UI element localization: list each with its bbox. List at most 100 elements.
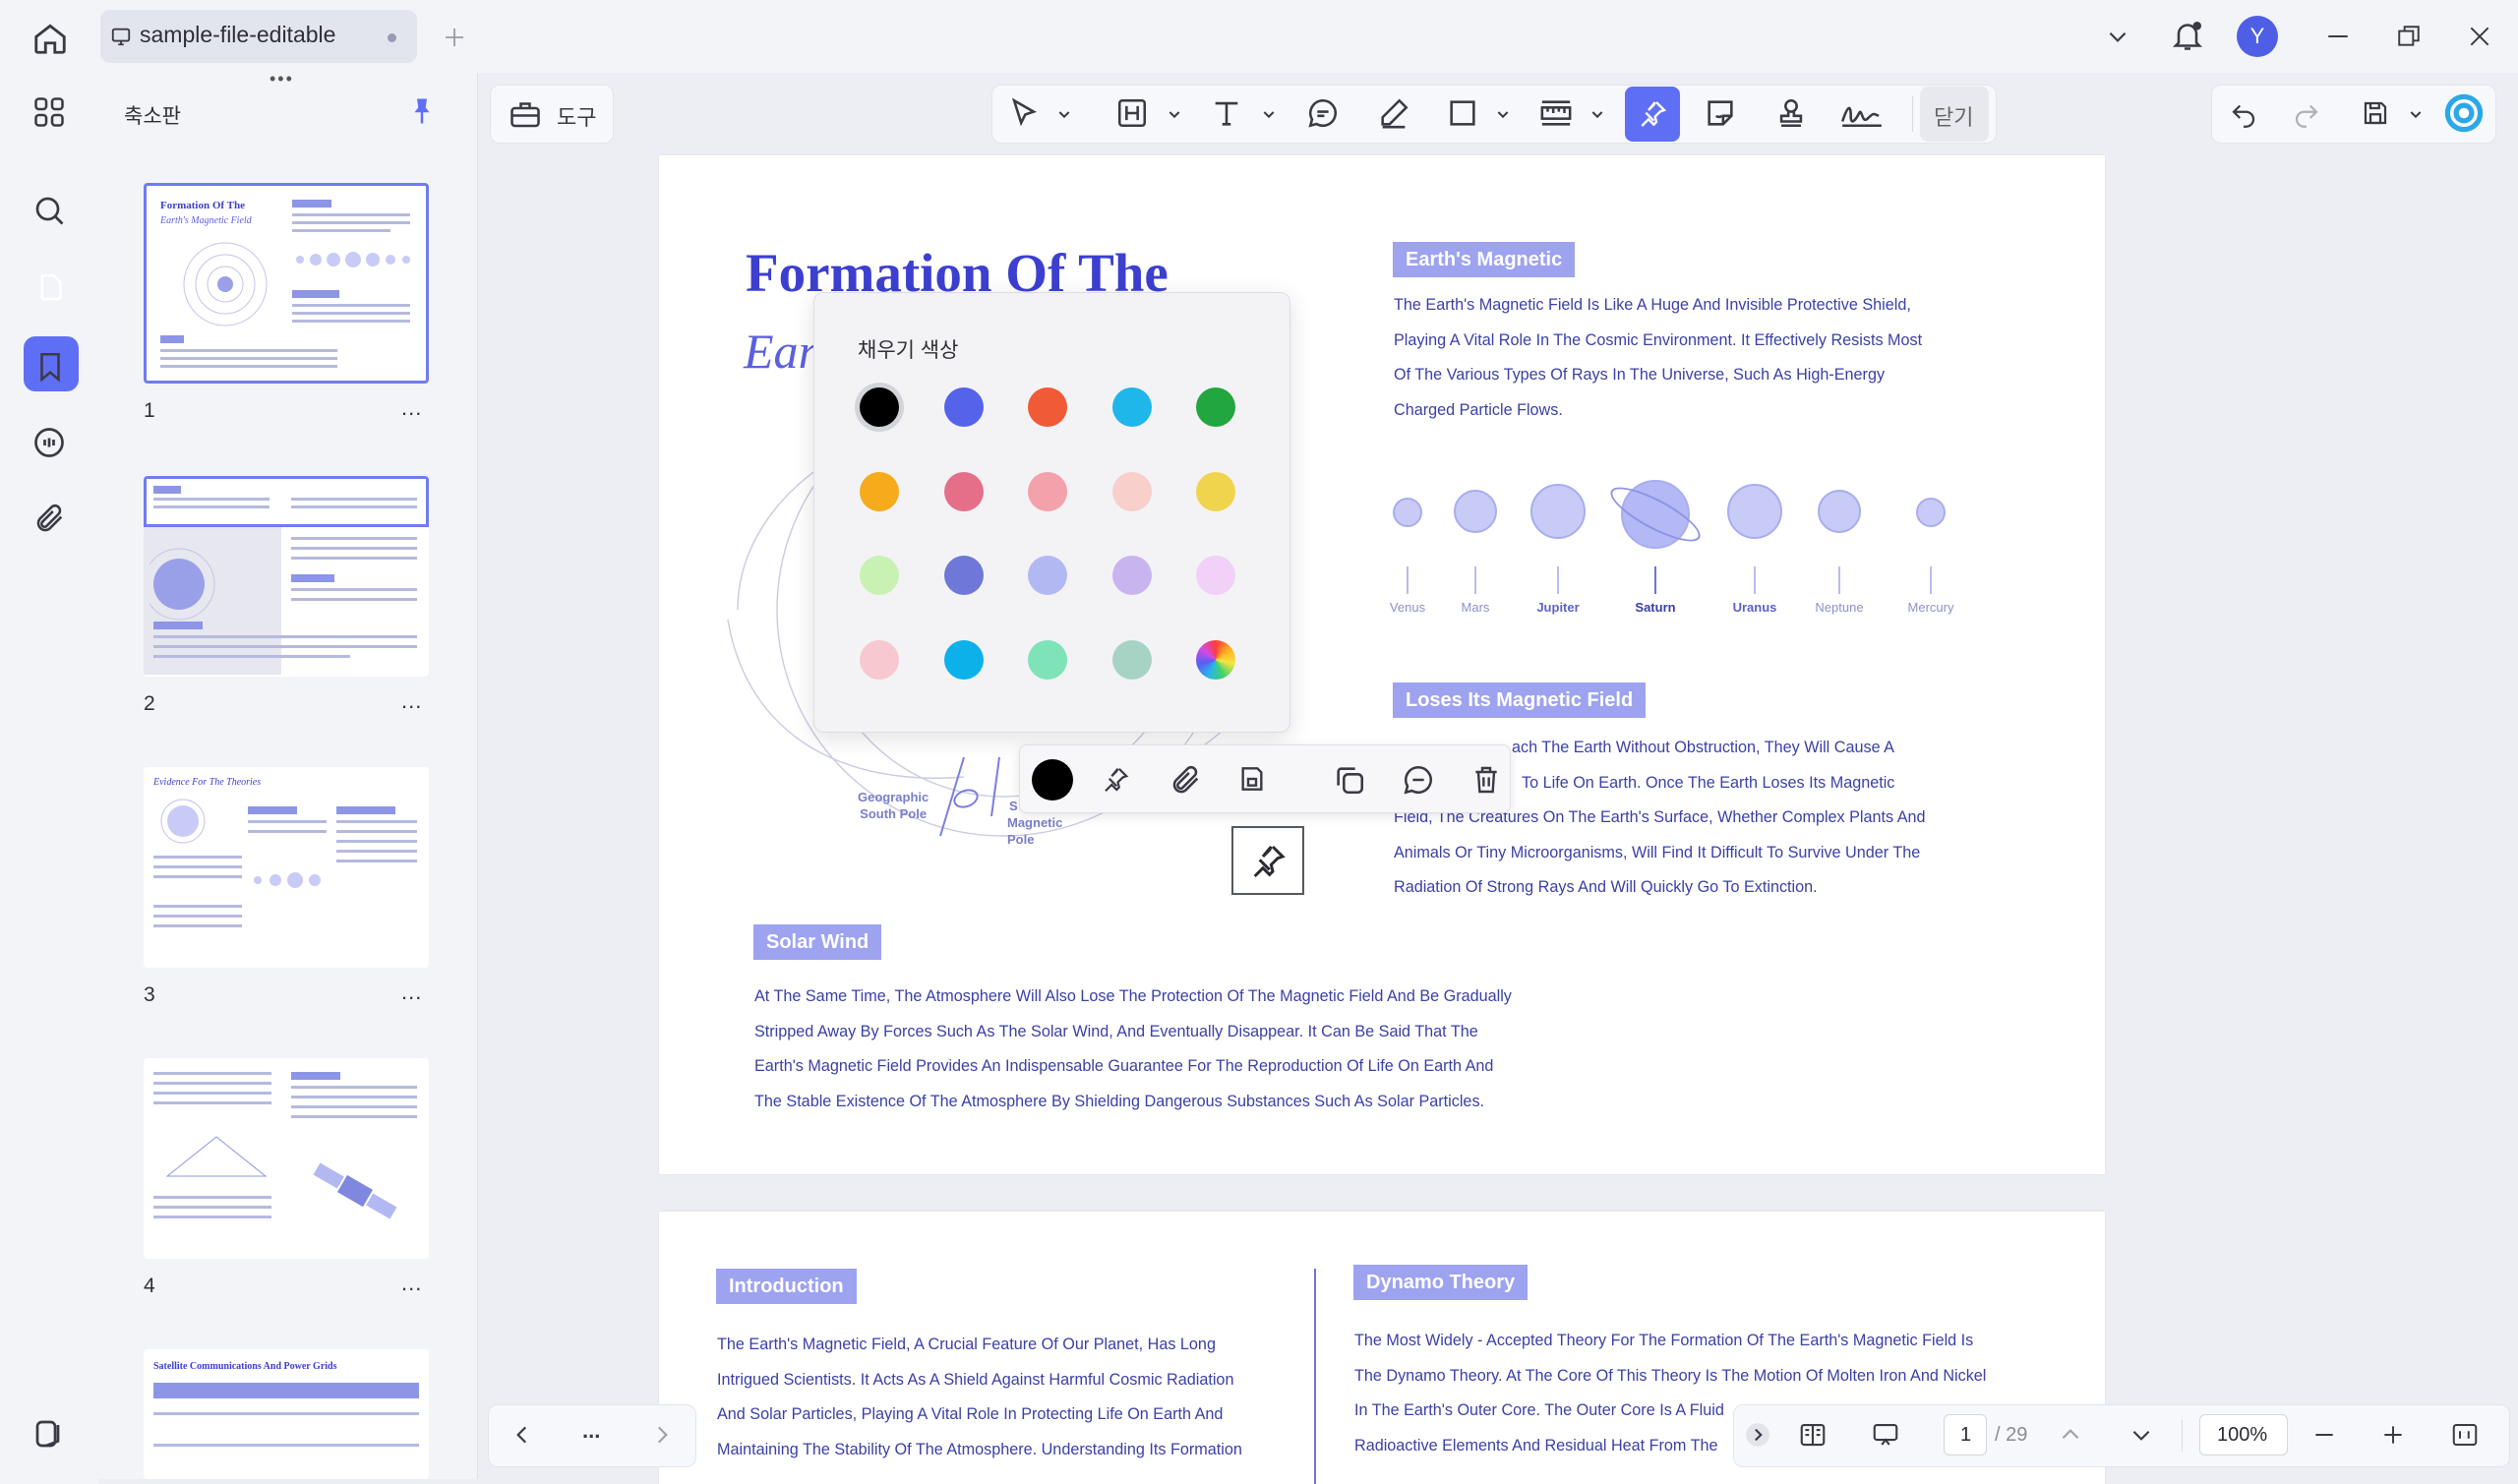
thumb-more-button[interactable]: ...: [401, 395, 422, 421]
pin-style-icon[interactable]: [1101, 765, 1130, 795]
presentation-icon[interactable]: [1869, 1420, 1902, 1450]
search-icon[interactable]: [31, 193, 67, 228]
page-up-icon[interactable]: [2058, 1422, 2083, 1448]
color-swatch[interactable]: [1028, 639, 1067, 680]
sticker-icon[interactable]: [1704, 96, 1737, 130]
page-thumbnail[interactable]: [144, 1058, 429, 1259]
page-thumbnail[interactable]: Evidence For The Theories: [144, 767, 429, 968]
chevron-down-icon[interactable]: [2105, 24, 2130, 49]
planet-venus: [1393, 498, 1422, 527]
page-down-icon[interactable]: [2128, 1422, 2154, 1448]
chevron-down-icon[interactable]: [1056, 106, 1072, 122]
chevron-down-icon[interactable]: [1495, 106, 1511, 122]
thumb-more-button[interactable]: ...: [401, 979, 422, 1005]
chevron-down-icon[interactable]: [1167, 106, 1182, 122]
thumbnails-page-icon[interactable]: [35, 271, 67, 303]
home-icon[interactable]: [31, 20, 69, 57]
new-tab-plus-icon[interactable]: [443, 26, 466, 49]
layers-icon[interactable]: [31, 1416, 67, 1452]
page-total: / 29: [1995, 1424, 2028, 1446]
color-swatch[interactable]: [943, 471, 984, 511]
measure-ruler-icon[interactable]: [1538, 96, 1574, 130]
color-swatch[interactable]: [1028, 387, 1067, 427]
text-tool-icon[interactable]: [1210, 96, 1243, 130]
undo-icon[interactable]: [2229, 98, 2258, 128]
zoom-out-icon[interactable]: [2311, 1422, 2337, 1448]
highlight-text-icon[interactable]: [1115, 96, 1149, 130]
pin-annotation[interactable]: [1231, 826, 1304, 895]
attach-icon[interactable]: [1169, 763, 1203, 797]
page-thumbnail[interactable]: Satellite Communications And Power Grids: [144, 1349, 429, 1479]
current-color-swatch[interactable]: [1032, 759, 1073, 801]
planet-label: Saturn: [1635, 600, 1676, 615]
color-swatch[interactable]: [860, 639, 899, 680]
bookmark-icon[interactable]: [33, 350, 67, 384]
ai-assistant-icon[interactable]: [2443, 92, 2485, 134]
chevron-down-icon[interactable]: [2408, 106, 2424, 122]
pin-panel-icon[interactable]: [407, 94, 437, 128]
color-swatch[interactable]: [1196, 471, 1235, 511]
page-layout-icon[interactable]: [1796, 1420, 1829, 1450]
select-cursor-icon[interactable]: [1007, 96, 1041, 130]
notification-bell-icon[interactable]: [2170, 18, 2205, 53]
custom-color-picker-icon[interactable]: [1196, 639, 1235, 680]
next-icon[interactable]: [649, 1422, 675, 1448]
collapse-arrow-icon[interactable]: [1745, 1422, 1770, 1448]
planet-uranus: [1727, 484, 1782, 539]
duplicate-icon[interactable]: [1333, 763, 1366, 797]
close-window-icon[interactable]: [2467, 24, 2492, 49]
add-comment-icon[interactable]: [1402, 763, 1435, 797]
signature-icon[interactable]: [1839, 96, 1885, 130]
color-swatch[interactable]: [1028, 471, 1067, 511]
color-swatch[interactable]: [1028, 556, 1067, 595]
restore-window-icon[interactable]: [2396, 24, 2422, 49]
color-swatch[interactable]: [1111, 387, 1152, 427]
color-swatch[interactable]: [860, 556, 899, 595]
comment-icon[interactable]: [31, 425, 67, 460]
user-avatar[interactable]: Y: [2237, 16, 2278, 57]
actual-size-icon[interactable]: [2449, 1420, 2481, 1450]
page-thumbnail[interactable]: [144, 476, 429, 677]
thumb-subtitle: Earth's Magnetic Field: [160, 215, 252, 226]
section-heading: Solar Wind: [753, 924, 882, 960]
save-icon[interactable]: [2361, 98, 2390, 128]
stamp-icon[interactable]: [1774, 96, 1808, 130]
apps-grid-icon[interactable]: [31, 94, 67, 130]
toolbar-divider: [1912, 96, 1913, 132]
color-swatch[interactable]: [1111, 471, 1152, 511]
delete-trash-icon[interactable]: [1470, 763, 1502, 797]
thumb-page-number: 3: [144, 983, 155, 1006]
panel-drag-handle[interactable]: •••: [270, 69, 294, 89]
color-swatch[interactable]: [860, 387, 899, 427]
rectangle-shape-icon[interactable]: [1446, 96, 1479, 130]
planet-jupiter: [1530, 484, 1586, 539]
page-thumbnail[interactable]: Formation Of The Earth's Magnetic Field: [144, 183, 429, 384]
thumb-more-button[interactable]: ...: [401, 1271, 422, 1296]
previous-icon[interactable]: [510, 1422, 535, 1448]
section-heading: Introduction: [716, 1269, 857, 1304]
chevron-down-icon[interactable]: [1589, 106, 1605, 122]
color-swatch[interactable]: [1111, 556, 1152, 595]
save-pin-icon[interactable]: [1236, 763, 1268, 795]
thumb-page-number: 1: [144, 399, 155, 422]
color-swatch[interactable]: [943, 556, 984, 595]
color-swatch[interactable]: [1111, 639, 1152, 680]
section-heading: Loses Its Magnetic Field: [1393, 683, 1647, 718]
color-swatch[interactable]: [1196, 556, 1235, 595]
attachment-icon[interactable]: [33, 502, 67, 535]
pencil-icon[interactable]: [1377, 96, 1410, 130]
color-swatch[interactable]: [1196, 387, 1235, 427]
chevron-down-icon[interactable]: [1261, 106, 1277, 122]
redo-icon[interactable]: [2292, 98, 2321, 128]
thumb-more-button[interactable]: ...: [401, 688, 422, 714]
zoom-in-icon[interactable]: [2380, 1422, 2406, 1448]
toolbar-divider: [2182, 1420, 2183, 1452]
planet-label: Neptune: [1815, 600, 1864, 615]
toolbox-icon: [508, 96, 543, 132]
comment-tool-icon[interactable]: [1306, 96, 1340, 130]
color-swatch[interactable]: [860, 471, 899, 511]
minimize-icon[interactable]: [2325, 24, 2351, 49]
color-swatch[interactable]: [943, 639, 984, 680]
color-swatch[interactable]: [943, 387, 984, 427]
more-options-button[interactable]: ...: [582, 1418, 600, 1444]
